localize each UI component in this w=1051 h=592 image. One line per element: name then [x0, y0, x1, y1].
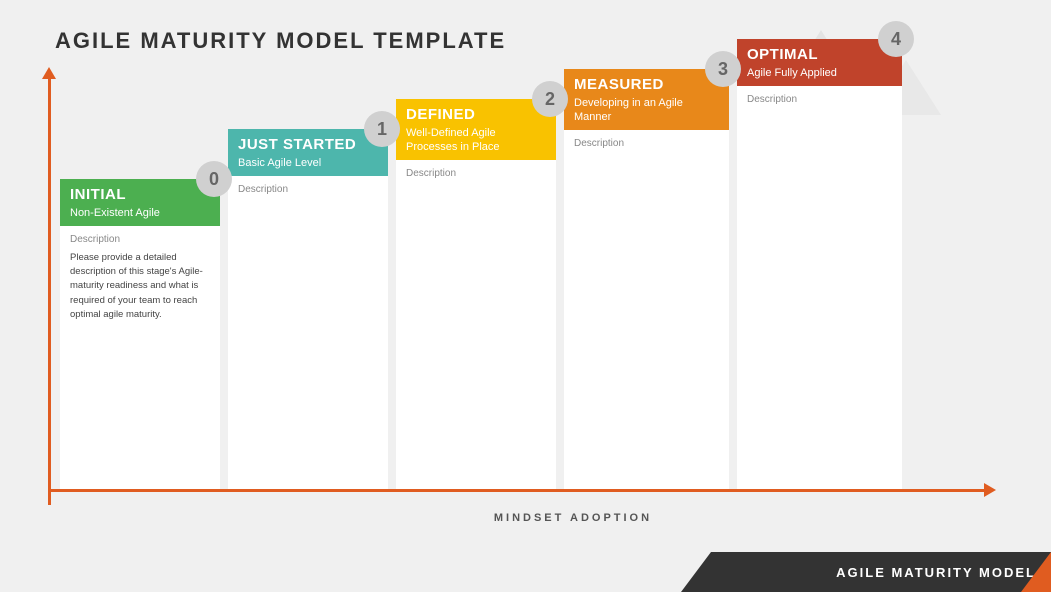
card-initial-subtitle: Non-Existent Agile [70, 206, 210, 220]
badge-2: 2 [532, 81, 568, 117]
card-optimal-body: Description [737, 86, 902, 489]
card-defined-body: Description [396, 160, 556, 489]
card-optimal: 4 OPTIMAL Agile Fully Applied Descriptio… [737, 39, 902, 489]
badge-0: 0 [196, 161, 232, 197]
card-initial-desc-text: Please provide a detailed description of… [70, 251, 210, 322]
card-initial: 0 INITIAL Non-Existent Agile Description… [60, 179, 220, 489]
card-initial-header: 0 INITIAL Non-Existent Agile [60, 179, 220, 226]
card-defined-subtitle: Well-Defined Agile Processes in Place [406, 126, 546, 155]
badge-1: 1 [364, 111, 400, 147]
cards-container: 0 INITIAL Non-Existent Agile Description… [60, 39, 902, 489]
card-measured-title: MEASURED [574, 77, 719, 94]
card-just-started-title: JUST STARTED [238, 137, 378, 154]
card-initial-body: Description Please provide a detailed de… [60, 226, 220, 489]
card-optimal-desc-label: Description [747, 94, 892, 105]
card-optimal-subtitle: Agile Fully Applied [747, 66, 892, 80]
main-container: AGILE MATURITY MODEL TEMPLATE ORGANIZATI… [0, 0, 1051, 592]
card-just-started-header: 1 JUST STARTED Basic Agile Level [228, 129, 388, 176]
card-measured-body: Description [564, 130, 729, 489]
card-just-started-desc-label: Description [238, 184, 378, 195]
card-defined-title: DEFINED [406, 107, 546, 124]
footer-text: AGILE MATURITY MODEL [836, 565, 1036, 580]
card-just-started-body: Description [228, 176, 388, 489]
badge-4: 4 [878, 21, 914, 57]
card-initial-desc-label: Description [70, 234, 210, 245]
card-defined: 2 DEFINED Well-Defined Agile Processes i… [396, 99, 556, 489]
card-defined-desc-label: Description [406, 168, 546, 179]
badge-3: 3 [705, 51, 741, 87]
card-measured-subtitle: Developing in an Agile Manner [574, 96, 719, 125]
card-measured-desc-label: Description [574, 138, 719, 149]
footer-bar: AGILE MATURITY MODEL [711, 552, 1051, 592]
card-just-started-subtitle: Basic Agile Level [238, 156, 378, 170]
x-axis-label: MINDSET ADOPTION [494, 512, 652, 524]
x-axis-arrow [48, 489, 988, 492]
y-axis-arrow [48, 75, 51, 505]
card-just-started: 1 JUST STARTED Basic Agile Level Descrip… [228, 129, 388, 489]
card-measured-header: 3 MEASURED Developing in an Agile Manner [564, 69, 729, 130]
footer-bar-left-accent [681, 552, 711, 592]
card-defined-header: 2 DEFINED Well-Defined Agile Processes i… [396, 99, 556, 160]
card-optimal-title: OPTIMAL [747, 47, 892, 64]
card-optimal-header: 4 OPTIMAL Agile Fully Applied [737, 39, 902, 86]
footer-accent [1021, 552, 1051, 592]
card-initial-title: INITIAL [70, 187, 210, 204]
card-measured: 3 MEASURED Developing in an Agile Manner… [564, 69, 729, 489]
